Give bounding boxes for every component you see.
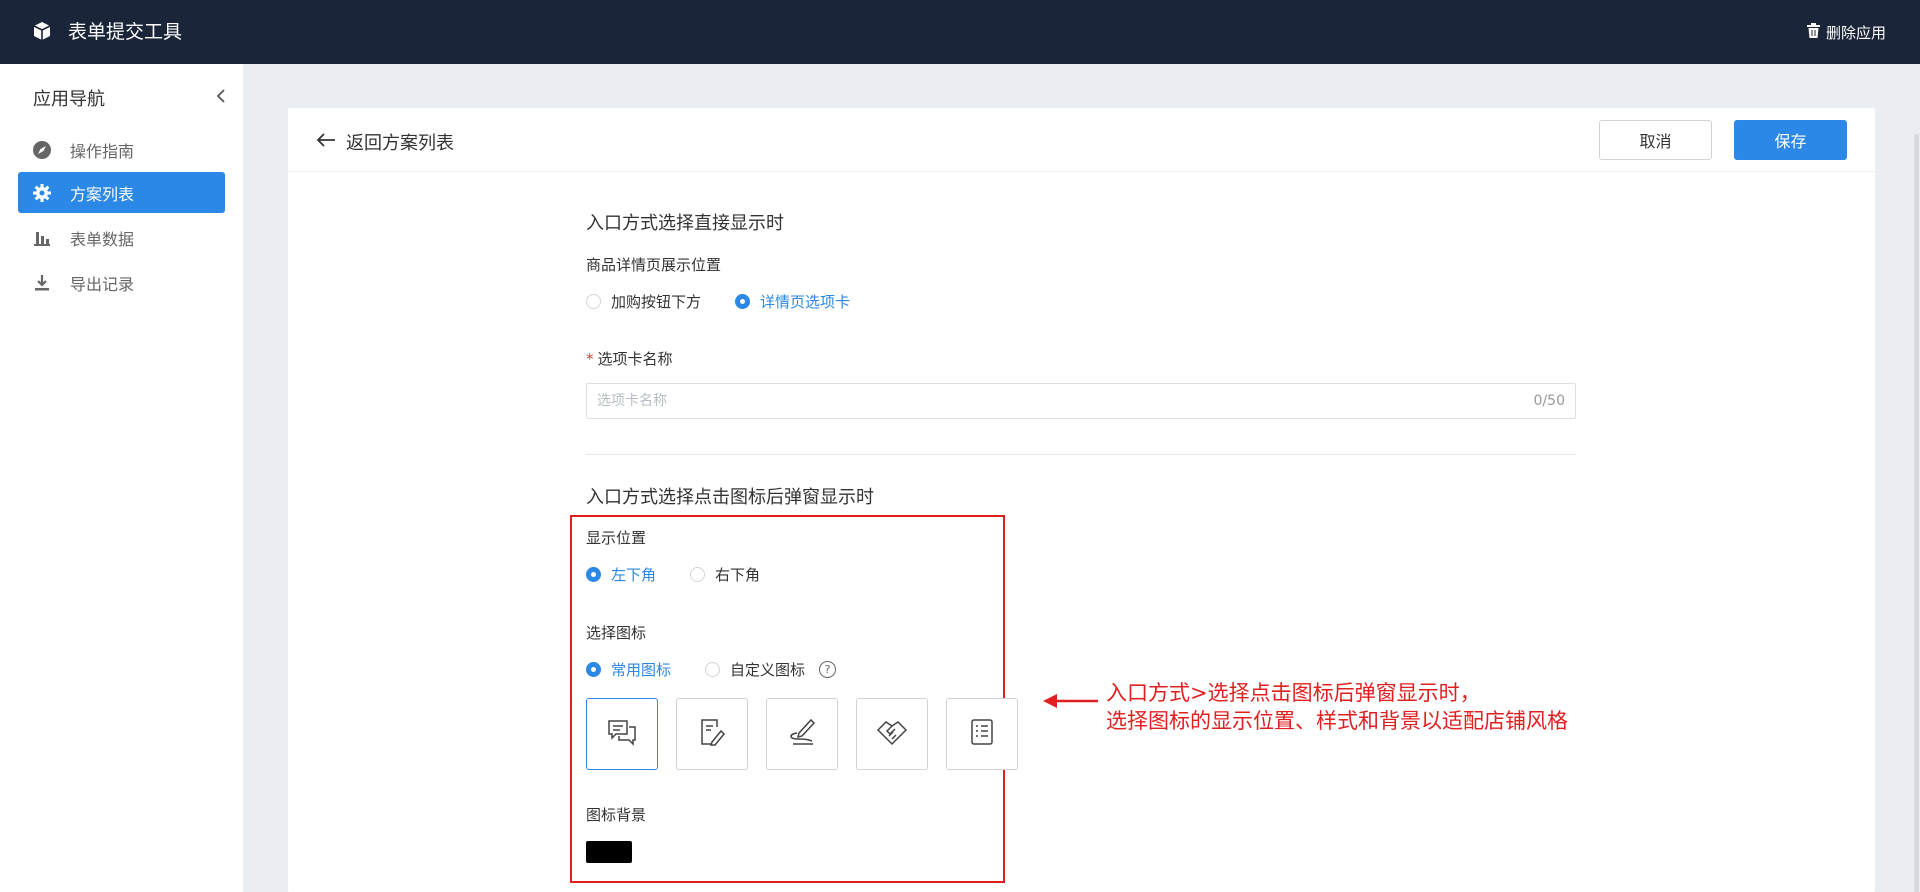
sidebar-item-form-data[interactable]: 表单数据 [18, 217, 225, 258]
radio-label: 自定义图标 [730, 661, 806, 679]
radio-dot[interactable] [586, 662, 601, 677]
icon-background-label: 图标背景 [586, 806, 647, 824]
annotation-arrow-icon [1043, 693, 1099, 713]
top-bar: 表单提交工具 删除应用 [0, 0, 1920, 64]
edit-doc-icon [698, 717, 726, 751]
trash-icon [1806, 23, 1820, 42]
back-label: 返回方案列表 [346, 133, 454, 154]
annotation-line-2: 选择图标的显示位置、样式和背景以适配店铺风格 [1106, 709, 1568, 733]
section-divider [586, 454, 1576, 455]
cube-logo-icon [32, 21, 52, 41]
gear-icon [32, 183, 52, 203]
radio-label: 左下角 [611, 566, 657, 584]
radio-dot[interactable] [586, 294, 601, 309]
list-doc-icon [970, 718, 994, 750]
radio-dot[interactable] [586, 567, 601, 582]
sidebar-item-label: 操作指南 [70, 141, 135, 161]
plan-edit-card: 返回方案列表 取消 保存 入口方式选择直接显示时 商品详情页展示位置 加购按钮下… [288, 108, 1875, 892]
product-page-position-radio-group: 加购按钮下方 详情页选项卡 [586, 291, 884, 312]
cancel-button[interactable]: 取消 [1599, 120, 1712, 160]
tab-name-label: * 选项卡名称 [586, 348, 673, 369]
direct-section-title: 入口方式选择直接显示时 [586, 213, 784, 234]
sidebar-title: 应用导航 [33, 89, 105, 110]
radio-common-icon[interactable]: 常用图标 [586, 659, 671, 680]
back-to-plan-list-link[interactable]: 返回方案列表 [316, 129, 454, 155]
bar-chart-icon [32, 228, 52, 248]
tab-name-label-text: 选项卡名称 [597, 350, 673, 368]
save-button[interactable]: 保存 [1734, 120, 1847, 160]
annotation-note: 入口方式>选择点击图标后弹窗显示时， 选择图标的显示位置、样式和背景以适配店铺风… [1106, 679, 1568, 735]
icon-option-list-doc[interactable] [946, 698, 1018, 770]
delete-app-button[interactable]: 删除应用 [1806, 22, 1886, 43]
question-mark-icon[interactable]: ? [819, 661, 837, 678]
icon-background-color-swatch[interactable] [586, 841, 632, 863]
radio-label: 常用图标 [611, 661, 672, 679]
icon-picker [586, 698, 1018, 770]
sidebar-item-label: 表单数据 [70, 229, 135, 249]
annotation-line-1: 入口方式>选择点击图标后弹窗显示时， [1106, 681, 1481, 705]
sidebar-item-guide[interactable]: 操作指南 [18, 129, 225, 170]
radio-below-cart-button[interactable]: 加购按钮下方 [586, 291, 701, 312]
radio-bottom-left[interactable]: 左下角 [586, 564, 656, 585]
sidebar: 应用导航 操作指南 方案列表 表单数据 导出记录 [0, 64, 243, 892]
delete-app-label: 删除应用 [1825, 24, 1886, 42]
icon-type-radio-group: 常用图标 自定义图标 ? [586, 659, 837, 680]
radio-label: 加购按钮下方 [611, 293, 702, 311]
chat-icon [607, 718, 637, 750]
radio-label: 右下角 [715, 566, 761, 584]
radio-bottom-right[interactable]: 右下角 [690, 564, 760, 585]
tab-name-input[interactable] [597, 393, 1534, 409]
sidebar-item-plans[interactable]: 方案列表 [18, 172, 225, 213]
icon-option-chat[interactable] [586, 698, 658, 770]
scrollbar-thumb[interactable] [1914, 134, 1919, 892]
arrow-left-icon [316, 132, 346, 153]
radio-custom-icon[interactable]: 自定义图标 [705, 659, 805, 680]
sign-icon [787, 717, 817, 751]
chevron-left-icon[interactable] [214, 86, 228, 106]
tab-name-field: 0/50 [586, 383, 1576, 419]
radio-dot[interactable] [690, 567, 706, 582]
display-position-radio-group: 左下角 右下角 [586, 564, 794, 585]
sidebar-item-label: 导出记录 [70, 274, 135, 294]
icon-option-edit-doc[interactable] [676, 698, 748, 770]
sidebar-item-export-records[interactable]: 导出记录 [18, 262, 225, 303]
select-icon-label: 选择图标 [586, 624, 647, 642]
page-scrollbar[interactable] [1912, 64, 1920, 892]
compass-icon [32, 140, 52, 160]
tab-name-char-counter: 0/50 [1533, 393, 1565, 409]
radio-label: 详情页选项卡 [760, 293, 851, 311]
icon-option-sign[interactable] [766, 698, 838, 770]
popup-section-title: 入口方式选择点击图标后弹窗显示时 [586, 487, 874, 508]
app-title: 表单提交工具 [68, 21, 183, 43]
required-asterisk: * [586, 350, 594, 368]
sidebar-item-label: 方案列表 [70, 184, 135, 204]
radio-dot[interactable] [735, 294, 751, 309]
product-page-position-label: 商品详情页展示位置 [586, 256, 722, 274]
radio-detail-tab[interactable]: 详情页选项卡 [735, 291, 850, 312]
icon-option-handshake[interactable] [856, 698, 928, 770]
card-header: 返回方案列表 取消 保存 [288, 108, 1875, 172]
download-icon [32, 273, 52, 293]
radio-dot[interactable] [705, 662, 721, 677]
handshake-icon [876, 718, 908, 750]
display-position-label: 显示位置 [586, 529, 647, 547]
